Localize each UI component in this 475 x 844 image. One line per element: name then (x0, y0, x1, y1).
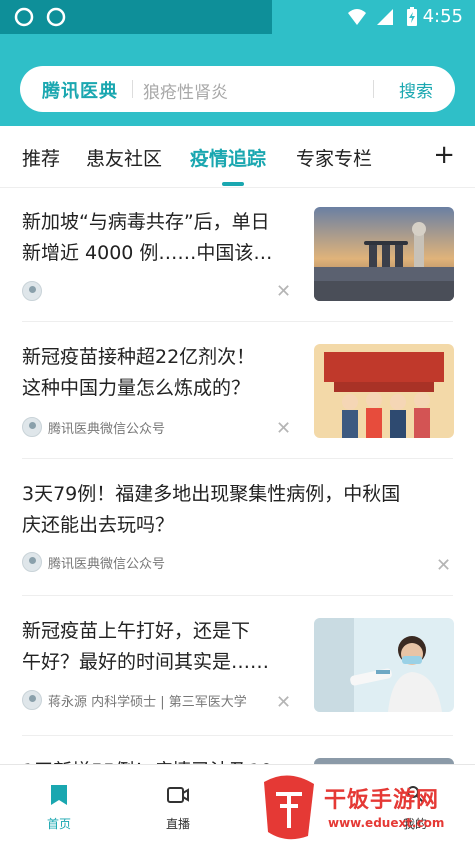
status-bar-notification-area (0, 0, 272, 34)
search-button[interactable]: 搜索 (399, 77, 433, 102)
active-tab-indicator (222, 182, 244, 186)
news-thumbnail (314, 618, 454, 712)
search-bar[interactable]: 腾讯医典 狼疮性肾炎 搜索 (20, 66, 455, 112)
wifi-icon (348, 9, 366, 25)
video-camera-icon (167, 787, 189, 803)
news-title: 1天新增55例！疫情已波及10 (22, 756, 272, 764)
singapore-skyline-image (314, 207, 454, 301)
avatar (22, 281, 42, 301)
tab-community[interactable]: 患友社区 (86, 144, 162, 171)
illustration-people-image (314, 344, 454, 438)
news-source: 腾讯医典微信公众号 (22, 416, 165, 438)
news-title: 新冠疫苗接种超22亿剂次！ 这种中国力量怎么炼成的？ (22, 346, 256, 399)
source-name: 蒋永源 内科学硕士 | 第三军医大学 (48, 694, 247, 710)
news-source (22, 280, 48, 302)
tab-epidemic-tracking[interactable]: 疫情追踪 (190, 144, 266, 171)
search-input[interactable]: 狼疮性肾炎 (143, 78, 228, 103)
nav-live[interactable]: 直播 (138, 765, 218, 844)
site-watermark: 干饭手游网 www.eduext.com (258, 770, 475, 844)
sync-icon (14, 7, 34, 27)
cellular-signal-icon (377, 9, 393, 25)
battery-charging-icon (407, 7, 417, 26)
status-bar: 4:55 (0, 0, 475, 34)
news-card[interactable]: 新加坡“与病毒共存”后，单日 新增近 4000 例……中国该… ✕ (0, 189, 475, 322)
add-tab-button[interactable]: + (433, 140, 455, 170)
news-thumbnail (314, 344, 454, 438)
news-card[interactable]: 1天新增55例！疫情已波及10 (0, 736, 475, 764)
close-icon[interactable]: ✕ (276, 418, 291, 439)
news-source: 腾讯医典微信公众号 (22, 551, 165, 573)
news-card[interactable]: 新冠疫苗上午打好，还是下 午好？最好的时间其实是…… 蒋永源 内科学硕士 | 第… (0, 596, 475, 736)
divider (373, 80, 374, 98)
divider (132, 80, 133, 98)
news-title: 新加坡“与病毒共存”后，单日 新增近 4000 例……中国该… (22, 211, 273, 264)
sync-icon (46, 7, 66, 27)
news-title: 3天79例！福建多地出现聚集性病例，中秋国 庆还能出去玩吗？ (22, 483, 401, 536)
app-header: 腾讯医典 狼疮性肾炎 搜索 (0, 34, 475, 126)
news-feed: 新加坡“与病毒共存”后，单日 新增近 4000 例……中国该… ✕ 新冠疫苗接种… (0, 189, 475, 764)
avatar (22, 417, 42, 437)
news-card[interactable]: 新冠疫苗接种超22亿剂次！ 这种中国力量怎么炼成的？ 腾讯医典微信公众号 ✕ (0, 322, 475, 459)
avatar (22, 552, 42, 572)
category-tabs: 推荐 患友社区 疫情追踪 专家专栏 + (0, 126, 475, 188)
tab-expert-column[interactable]: 专家专栏 (296, 144, 372, 171)
watermark-text: 干饭手游网 (324, 788, 440, 813)
news-thumbnail (314, 207, 454, 301)
news-title: 新冠疫苗上午打好，还是下 午好？最好的时间其实是…… (22, 620, 270, 673)
watermark-logo-icon (264, 775, 314, 840)
source-name: 腾讯医典微信公众号 (48, 421, 166, 437)
brand-logo-text: 腾讯医典 (42, 81, 118, 102)
avatar (22, 690, 42, 710)
close-icon[interactable]: ✕ (436, 555, 451, 576)
close-icon[interactable]: ✕ (276, 692, 291, 713)
vaccination-photo-image (314, 618, 454, 712)
news-card[interactable]: 3天79例！福建多地出现聚集性病例，中秋国 庆还能出去玩吗？ 腾讯医典微信公众号… (0, 459, 475, 596)
news-source: 蒋永源 内科学硕士 | 第三军医大学 (22, 689, 247, 711)
tab-recommend[interactable]: 推荐 (22, 144, 60, 171)
source-name: 腾讯医典微信公众号 (48, 556, 166, 572)
nav-home[interactable]: 首页 (19, 765, 99, 844)
watermark-url: www.eduext.com (328, 816, 445, 830)
home-bookmark-icon (51, 785, 67, 805)
close-icon[interactable]: ✕ (276, 281, 291, 302)
status-time: 4:55 (422, 6, 463, 27)
